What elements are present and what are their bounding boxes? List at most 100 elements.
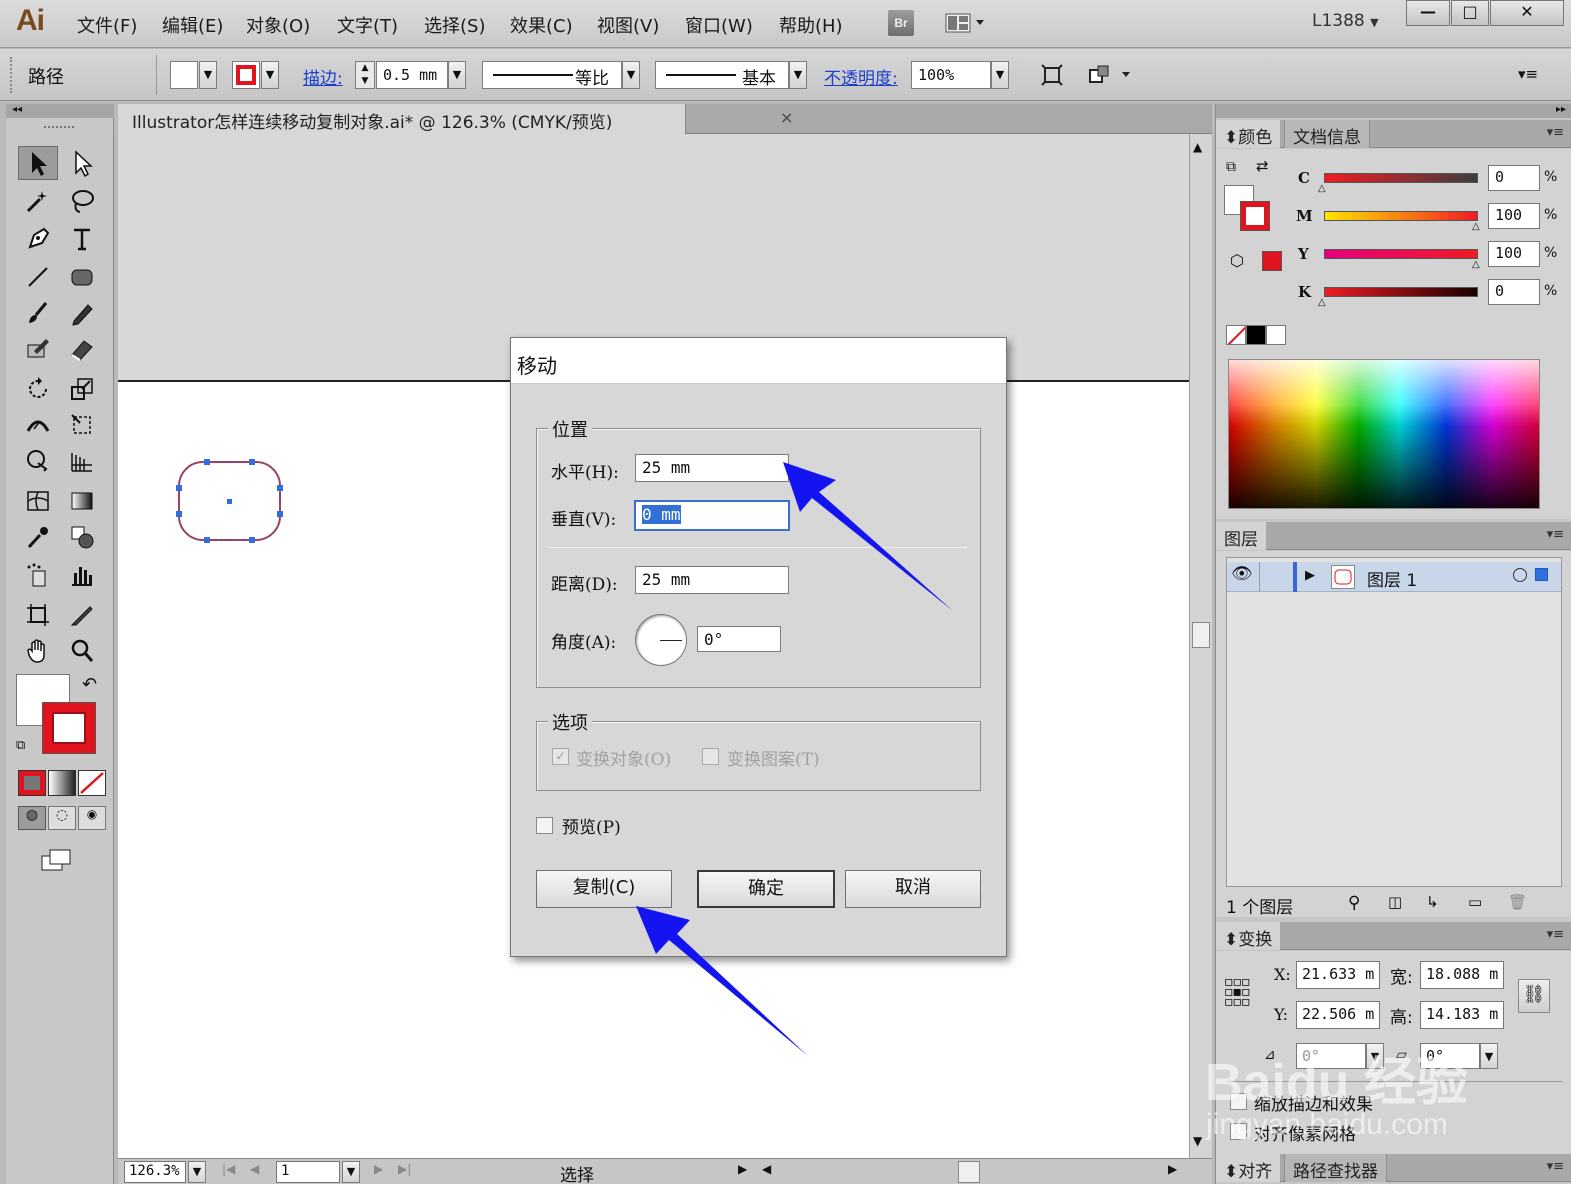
y-input[interactable]: 22.506 m (1296, 1001, 1380, 1029)
profile-dropdown[interactable]: ▼ (622, 61, 640, 89)
menu-select[interactable]: 选择(S) (424, 12, 485, 38)
expand-triangle-icon[interactable]: ▶ (1305, 568, 1315, 583)
zoom-dropdown[interactable]: ▼ (188, 1161, 206, 1183)
eyedropper-tool[interactable] (18, 520, 58, 554)
tab-transform[interactable]: ⬍变换 (1216, 922, 1281, 950)
scale-tool[interactable] (62, 372, 102, 406)
cyan-slider[interactable] (1324, 173, 1478, 183)
color-spectrum[interactable] (1228, 359, 1540, 509)
next-page-icon[interactable]: ▶ (374, 1162, 383, 1176)
pen-tool[interactable] (18, 222, 58, 256)
out-of-gamut-icon[interactable]: ⬡ (1230, 251, 1244, 270)
swap-colors-icon[interactable]: ⇄ (1256, 157, 1269, 175)
magenta-slider-handle[interactable]: △ (1472, 221, 1480, 232)
yellow-slider[interactable] (1324, 249, 1478, 259)
angle-dial[interactable] (635, 614, 687, 666)
artboard-tool[interactable] (18, 598, 58, 632)
shear-dropdown[interactable]: ▼ (1480, 1043, 1498, 1069)
prev-page-icon[interactable]: ◀ (250, 1162, 259, 1176)
screen-mode-button[interactable] (40, 846, 76, 874)
type-tool[interactable] (62, 222, 102, 256)
tab-pathfinder[interactable]: 路径查找器 (1284, 1154, 1387, 1182)
align-options-button[interactable] (1088, 63, 1132, 87)
magenta-slider[interactable] (1324, 211, 1478, 221)
draw-behind-button[interactable]: ◌ (48, 806, 76, 830)
menu-file[interactable]: 文件(F) (77, 12, 137, 38)
gradient-mode-button[interactable] (48, 770, 76, 796)
blob-brush-tool[interactable] (18, 332, 58, 366)
scroll-thumb[interactable] (1192, 622, 1210, 648)
distance-input[interactable]: 25 mm (635, 566, 789, 594)
paintbrush-tool[interactable] (18, 296, 58, 330)
direct-selection-tool[interactable] (62, 146, 102, 180)
menu-window[interactable]: 窗口(W) (685, 12, 753, 38)
new-sublayer-icon[interactable]: ↳ (1426, 893, 1439, 911)
copy-button[interactable]: 复制(C) (536, 870, 672, 908)
cyan-slider-handle[interactable]: △ (1318, 183, 1326, 194)
menu-effect[interactable]: 效果(C) (510, 12, 573, 38)
panel-menu-icon[interactable]: ▾≡ (1518, 65, 1538, 83)
panel-menu-icon[interactable]: ▾≡ (1547, 125, 1564, 140)
opacity-label[interactable]: 不透明度: (824, 64, 898, 89)
height-input[interactable]: 14.183 m (1420, 1001, 1504, 1029)
variable-width-profile[interactable]: 等比 (482, 61, 622, 89)
magenta-input[interactable]: 100 (1488, 203, 1540, 229)
layer-row[interactable]: 👁 ▶ 图层 1 (1227, 562, 1561, 592)
stroke-color-box[interactable] (1240, 201, 1270, 231)
draw-normal-button[interactable]: ◍ (18, 806, 46, 830)
visibility-eye-icon[interactable]: 👁 (1231, 564, 1253, 584)
horizontal-scroll-thumb[interactable] (958, 1161, 980, 1183)
arrange-documents-button[interactable] (944, 10, 988, 36)
color-mode-button[interactable] (18, 770, 46, 796)
cyan-input[interactable]: 0 (1488, 165, 1540, 191)
page-dropdown[interactable]: ▼ (342, 1161, 360, 1183)
menu-help[interactable]: 帮助(H) (779, 12, 843, 38)
fill-swatch[interactable] (170, 61, 198, 89)
reference-point-icon[interactable]: ▫▫▫ ▫▪▫ ▫▫▫ (1224, 975, 1250, 1009)
delete-layer-icon[interactable]: 🗑 (1508, 893, 1527, 911)
rounded-rectangle-tool[interactable] (62, 260, 102, 294)
brush-dropdown[interactable]: ▼ (789, 61, 807, 89)
black-slider[interactable] (1324, 287, 1478, 297)
menu-view[interactable]: 视图(V) (597, 12, 659, 38)
pencil-tool[interactable] (62, 296, 102, 330)
stroke-swatch[interactable] (232, 61, 260, 89)
panel-menu-icon[interactable]: ▾≡ (1547, 1159, 1564, 1174)
mesh-tool[interactable] (18, 484, 58, 518)
bridge-button[interactable]: Br (888, 10, 914, 36)
ok-button[interactable]: 确定 (697, 870, 835, 908)
locate-object-icon[interactable]: ⚲ (1348, 893, 1360, 913)
none-swatch[interactable] (1226, 325, 1246, 345)
black-swatch[interactable] (1246, 325, 1266, 345)
scroll-down-icon[interactable]: ▼ (1193, 1134, 1202, 1148)
x-input[interactable]: 21.633 m (1296, 961, 1380, 989)
lasso-tool[interactable] (62, 184, 102, 218)
yellow-slider-handle[interactable]: △ (1472, 259, 1480, 270)
vertical-input[interactable]: 0 mm (634, 500, 790, 531)
dialog-titlebar[interactable]: 移动 (511, 338, 1006, 384)
default-colors-icon[interactable]: ⧉ (1226, 159, 1236, 175)
constrain-proportions-button[interactable]: ⛓ (1518, 979, 1550, 1013)
target-icon[interactable] (1513, 568, 1527, 582)
tab-align[interactable]: ⬍对齐 (1216, 1154, 1281, 1182)
transform-patterns-checkbox[interactable] (702, 748, 719, 765)
free-transform-tool[interactable] (62, 408, 102, 442)
opacity-input[interactable]: 100% (911, 61, 991, 89)
angle-input[interactable]: 0° (697, 626, 781, 652)
cancel-button[interactable]: 取消 (845, 870, 981, 908)
minimize-button[interactable]: — (1406, 0, 1450, 26)
perspective-grid-tool[interactable] (62, 444, 102, 478)
layer-name[interactable]: 图层 1 (1367, 566, 1417, 591)
menu-type[interactable]: 文字(T) (337, 12, 398, 38)
default-colors-icon[interactable]: ⧉ (16, 738, 25, 753)
stroke-color-box[interactable] (42, 702, 96, 754)
draw-inside-button[interactable]: ◉ (78, 806, 106, 830)
menu-edit[interactable]: 编辑(E) (162, 12, 223, 38)
stroke-dropdown[interactable]: ▼ (261, 61, 279, 89)
last-page-icon[interactable]: ▶| (398, 1162, 411, 1176)
swap-colors-icon[interactable]: ↶ (82, 674, 97, 695)
first-page-icon[interactable]: |◀ (222, 1162, 235, 1176)
menu-object[interactable]: 对象(O) (246, 12, 310, 38)
scroll-up-icon[interactable]: ▲ (1193, 140, 1202, 154)
clipping-mask-icon[interactable]: ◫ (1388, 893, 1402, 911)
